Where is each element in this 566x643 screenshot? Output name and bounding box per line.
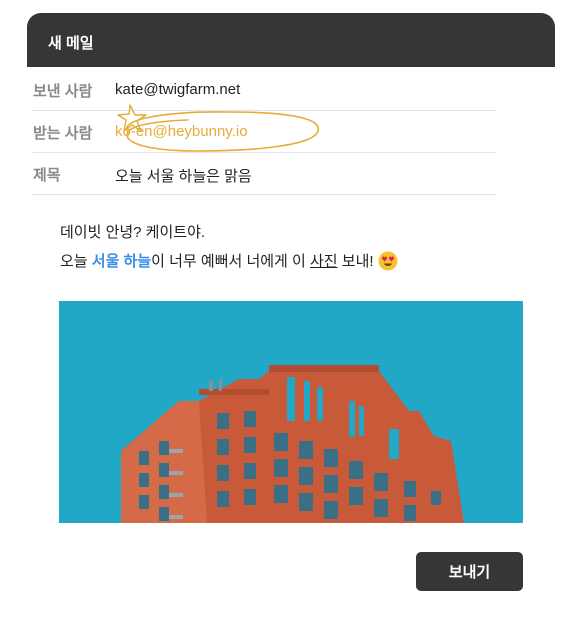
highlight-scribble-icon: [117, 104, 319, 152]
message-line-2: 오늘 서울 하늘 이 너무 예뻐서 너에게 이 사진 보내!: [60, 250, 398, 271]
compose-title: 새 메일: [48, 35, 94, 52]
message-line-1: 데이빗 안녕? 케이트야.: [60, 224, 206, 241]
message-text: 오늘: [60, 253, 92, 270]
message-text: 이 너무 예뻐서 너에게 이: [151, 253, 310, 270]
to-label: 받는 사람: [33, 125, 93, 142]
message-text: 보내!: [337, 253, 374, 270]
subject-field[interactable]: 오늘 서울 하늘은 맑음: [115, 165, 252, 186]
subject-label: 제목: [33, 167, 61, 184]
heart-eyes-emoji-icon: [378, 251, 398, 270]
photo-link[interactable]: 사진: [310, 250, 338, 271]
building-photo-icon: [59, 301, 523, 523]
compose-titlebar: 새 메일: [27, 13, 555, 67]
from-label: 보낸 사람: [33, 83, 93, 100]
highlight-text: 서울 하늘: [91, 253, 152, 270]
send-button[interactable]: 보내기: [416, 552, 523, 591]
attached-photo[interactable]: [59, 301, 523, 523]
